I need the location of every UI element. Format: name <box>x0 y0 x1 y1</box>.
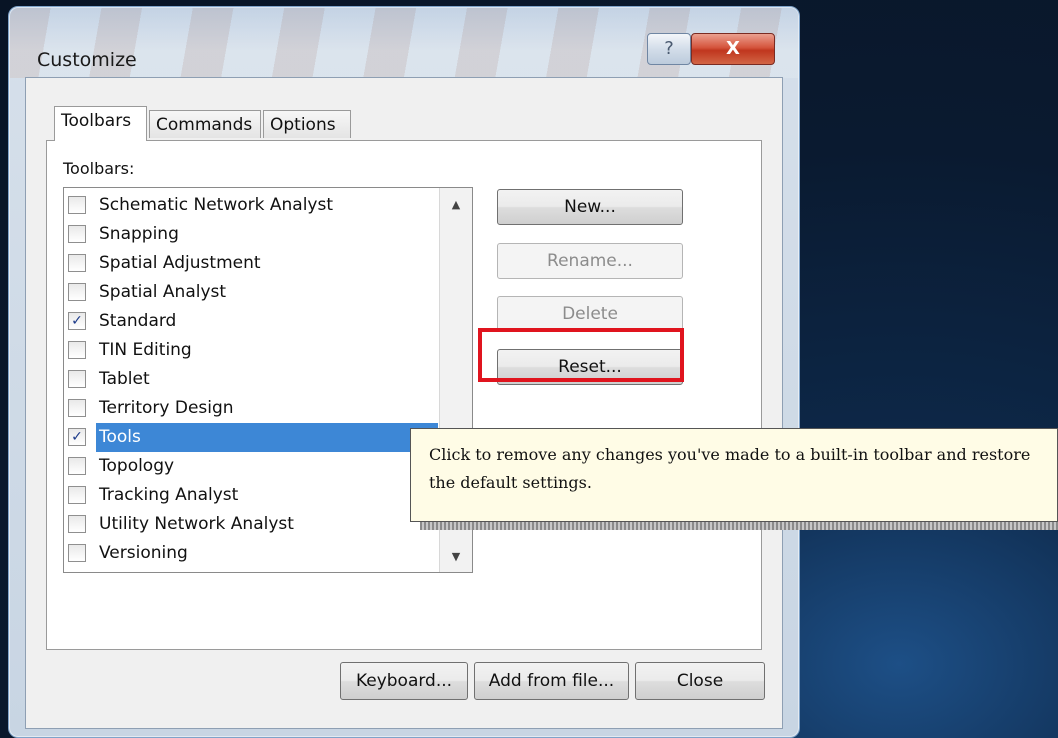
checkbox[interactable] <box>68 254 86 272</box>
list-item[interactable]: Territory Design <box>64 394 438 423</box>
checkbox[interactable] <box>68 399 86 417</box>
tab-options[interactable]: Options <box>263 110 351 138</box>
rename-button[interactable]: Rename... <box>497 243 683 279</box>
checkbox[interactable] <box>68 515 86 533</box>
list-item-label: Spatial Adjustment <box>99 253 261 273</box>
list-item-label: Tracking Analyst <box>99 485 239 505</box>
list-item-label: Snapping <box>99 224 179 244</box>
scroll-down-icon[interactable]: ▼ <box>440 546 472 568</box>
toolbars-panel: Toolbars: Versioning Utility Network Anal… <box>46 140 762 650</box>
checkbox[interactable] <box>68 486 86 504</box>
list-item-label: Tablet <box>99 369 150 389</box>
list-item-label: Spatial Analyst <box>99 282 227 302</box>
toolbars-label: Toolbars: <box>63 159 135 178</box>
list-item[interactable]: ✓ Standard <box>64 307 438 336</box>
checkbox[interactable] <box>68 370 86 388</box>
checkbox[interactable] <box>68 341 86 359</box>
list-item[interactable]: Spatial Adjustment <box>64 249 438 278</box>
checkbox[interactable]: ✓ <box>68 428 86 446</box>
help-button[interactable]: ? <box>647 33 691 65</box>
list-item[interactable]: Spatial Analyst <box>64 278 438 307</box>
keyboard-button[interactable]: Keyboard... <box>340 662 468 700</box>
list-item[interactable]: Topology <box>64 452 438 481</box>
checkbox[interactable]: ✓ <box>68 312 86 330</box>
scroll-up-icon[interactable]: ▲ <box>440 194 472 216</box>
close-window-button[interactable]: X <box>691 33 775 65</box>
checkbox[interactable] <box>68 544 86 562</box>
tab-commands[interactable]: Commands <box>149 110 261 138</box>
list-item-label: Standard <box>99 311 177 331</box>
close-button[interactable]: Close <box>635 662 765 700</box>
list-item[interactable]: TIN Editing <box>64 336 438 365</box>
list-item[interactable]: Utility Network Analyst <box>64 510 438 539</box>
reset-highlight-box <box>478 328 684 382</box>
list-item-label: Schematic Network Analyst <box>99 195 333 215</box>
list-item[interactable]: Versioning <box>64 539 438 568</box>
delete-button[interactable]: Delete <box>497 296 683 332</box>
add-from-file-button[interactable]: Add from file... <box>474 662 629 700</box>
list-item[interactable]: ✓ Tools <box>64 423 438 452</box>
list-item-label: Territory Design <box>99 398 234 418</box>
dialog-client-area: Toolbars Commands Options Toolbars: Vers… <box>25 77 783 729</box>
checkbox[interactable] <box>68 283 86 301</box>
list-item[interactable]: Tablet <box>64 365 438 394</box>
list-item-label: Tools <box>96 423 438 452</box>
list-item-label: Utility Network Analyst <box>99 514 294 534</box>
list-item-label: Versioning <box>99 543 188 563</box>
list-item-label: Topology <box>99 456 175 476</box>
tab-toolbars[interactable]: Toolbars <box>54 106 147 141</box>
checkbox[interactable] <box>68 457 86 475</box>
checkbox[interactable] <box>68 196 86 214</box>
list-item[interactable]: Snapping <box>64 220 438 249</box>
list-item[interactable]: Tracking Analyst <box>64 481 438 510</box>
reset-tooltip: Click to remove any changes you've made … <box>410 428 1058 522</box>
list-item[interactable]: Schematic Network Analyst <box>64 191 438 220</box>
checkbox[interactable] <box>68 225 86 243</box>
list-item-label: TIN Editing <box>99 340 192 360</box>
new-button[interactable]: New... <box>497 189 683 225</box>
tooltip-shadow <box>420 522 1058 530</box>
dialog-title: Customize <box>37 49 137 71</box>
